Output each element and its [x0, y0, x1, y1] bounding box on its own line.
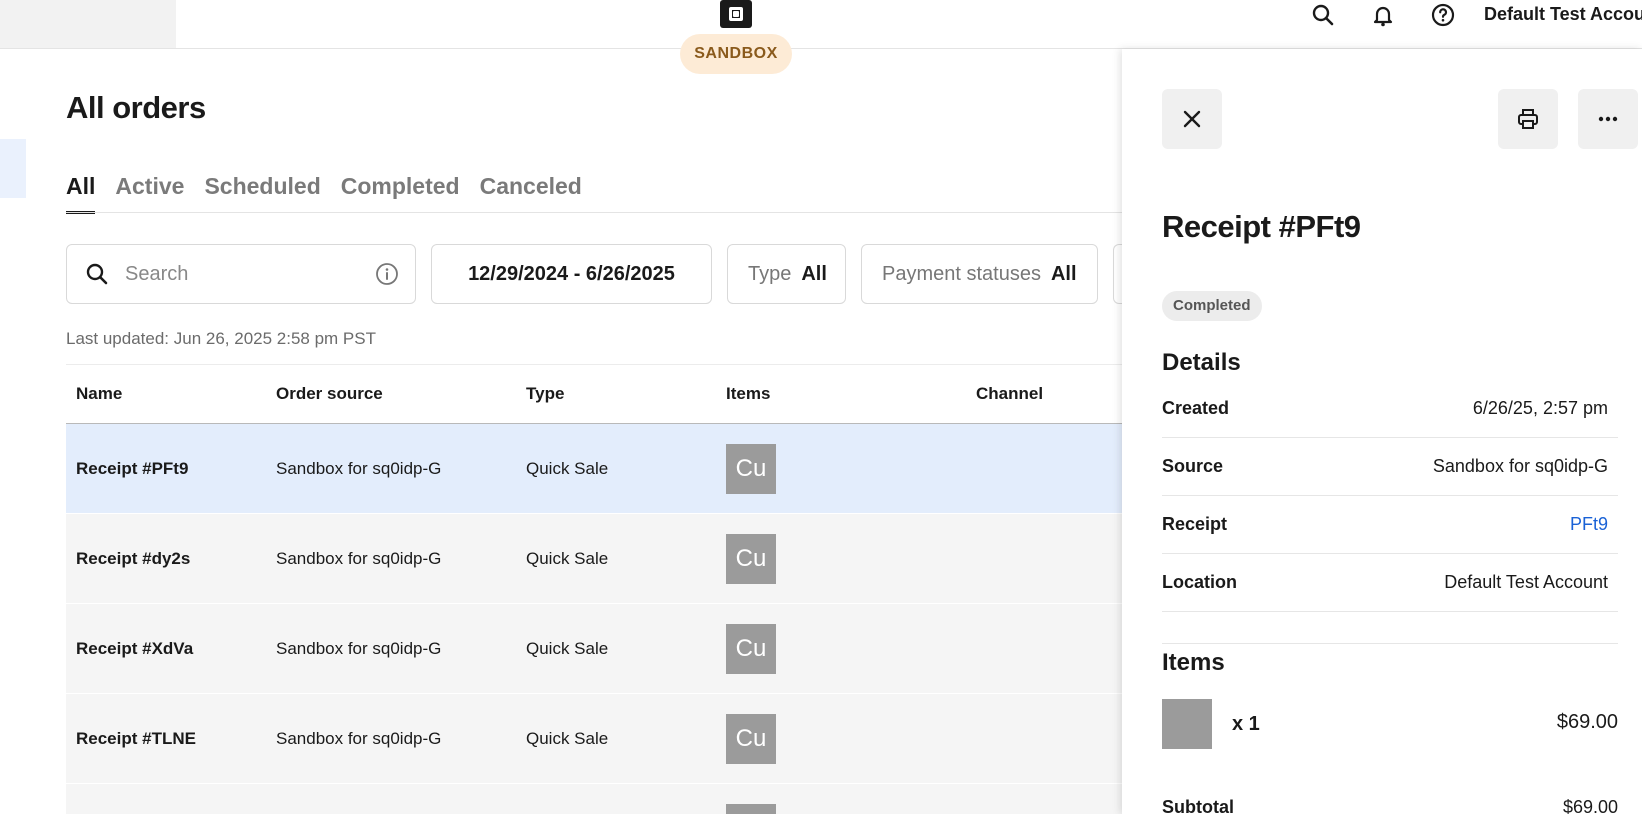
table-row[interactable]: Receipt #XdVa Sandbox for sq0idp-G Quick… [66, 604, 1126, 694]
items-heading: Items [1162, 649, 1225, 676]
receipt-link[interactable]: PFt9 [1570, 514, 1618, 535]
detail-key: Location [1162, 572, 1237, 592]
section-divider [1162, 643, 1618, 644]
order-tabs: All Active Scheduled Completed Canceled [66, 170, 582, 214]
more-horizontal-icon [1596, 107, 1620, 131]
type-filter-label: Type [748, 262, 792, 285]
item-thumbnail: Cu [726, 624, 776, 674]
detail-key: Created [1162, 398, 1230, 418]
close-icon [1181, 108, 1203, 130]
last-updated-text: Last updated: Jun 26, 2025 2:58 pm PST [66, 329, 376, 348]
subtotal-label: Subtotal [1162, 797, 1234, 814]
order-source: Sandbox for sq0idp-G [276, 729, 442, 748]
table-row[interactable]: Receipt #TLNE Sandbox for sq0idp-G Quick… [66, 694, 1126, 784]
sandbox-badge: SANDBOX [680, 34, 792, 74]
column-header-order-source[interactable]: Order source [276, 365, 383, 423]
item-thumbnail: Cu [726, 714, 776, 764]
order-type: Quick Sale [526, 549, 609, 568]
type-filter-value: All [801, 262, 827, 285]
status-badge: Completed [1162, 291, 1262, 321]
receipt-detail-panel: Receipt #PFt9 Completed Details Created … [1122, 49, 1642, 814]
tab-canceled[interactable]: Canceled [480, 170, 582, 214]
detail-row-created: Created 6/26/25, 2:57 pm [1162, 380, 1618, 438]
item-thumbnail: Cu [726, 444, 776, 494]
nav-rail-active-item[interactable] [0, 139, 26, 198]
order-name: Receipt #TLNE [76, 729, 196, 748]
order-name: Receipt #PFt9 [76, 459, 189, 478]
column-header-type[interactable]: Type [526, 365, 564, 423]
page-title: All orders [66, 90, 206, 125]
printer-icon [1516, 107, 1540, 131]
detail-value: 6/26/25, 2:57 pm [1472, 398, 1608, 418]
search-input[interactable]: Search [66, 244, 416, 304]
bell-icon[interactable] [1370, 2, 1396, 28]
info-icon[interactable] [375, 262, 399, 286]
order-source: Sandbox for sq0idp-G [276, 549, 442, 568]
detail-key: Receipt [1162, 514, 1228, 534]
account-menu[interactable]: Default Test Account [1484, 4, 1642, 25]
table-row[interactable]: Receipt #PFt9 Sandbox for sq0idp-G Quick… [66, 424, 1126, 514]
order-source: Sandbox for sq0idp-G [276, 459, 442, 478]
detail-row-receipt: Receipt PFt9 [1162, 496, 1618, 554]
receipt-title: Receipt #PFt9 [1162, 209, 1361, 244]
close-button[interactable] [1162, 89, 1222, 149]
item-thumbnail: Cu [726, 534, 776, 584]
order-type: Quick Sale [526, 639, 609, 658]
tab-active[interactable]: Active [115, 170, 184, 214]
table-row[interactable]: Receipt #dy2s Sandbox for sq0idp-G Quick… [66, 514, 1126, 604]
tab-all[interactable]: All [66, 170, 96, 214]
search-placeholder: Search [125, 262, 189, 285]
tabs-divider [66, 212, 1126, 213]
detail-row-source: Source Sandbox for sq0idp-G [1162, 438, 1618, 496]
column-header-channel[interactable]: Channel [976, 365, 1043, 423]
order-name: Receipt #XdVa [76, 639, 194, 658]
topbar-left-region [0, 0, 176, 48]
order-source: Sandbox for sq0idp-G [276, 639, 442, 658]
table-row[interactable] [66, 784, 1126, 814]
column-header-name[interactable]: Name [76, 365, 122, 423]
more-options-button[interactable] [1578, 89, 1638, 149]
line-item-thumbnail [1162, 699, 1212, 749]
orders-table: Name Order source Type Items Channel Rec… [66, 364, 1126, 814]
order-type: Quick Sale [526, 729, 609, 748]
tab-scheduled[interactable]: Scheduled [204, 170, 320, 214]
type-filter[interactable]: Type All [727, 244, 846, 304]
search-icon[interactable] [1310, 2, 1336, 28]
detail-key: Source [1162, 456, 1224, 476]
help-icon[interactable] [1430, 2, 1456, 28]
table-header: Name Order source Type Items Channel [66, 364, 1126, 424]
item-thumbnail [726, 804, 776, 814]
subtotal-value: $69.00 [1562, 797, 1618, 814]
payment-status-filter[interactable]: Payment statuses All [861, 244, 1098, 304]
details-heading: Details [1162, 349, 1241, 376]
detail-value: Default Test Account [1444, 572, 1608, 592]
date-range-filter[interactable]: 12/29/2024 - 6/26/2025 [431, 244, 712, 304]
detail-value: Sandbox for sq0idp-G [1432, 456, 1608, 476]
payment-filter-value: All [1050, 262, 1077, 285]
detail-row-location: Location Default Test Account [1162, 554, 1618, 612]
payment-filter-label: Payment statuses [882, 262, 1041, 285]
column-header-items[interactable]: Items [726, 365, 770, 423]
line-item-quantity: x 1 [1232, 713, 1260, 735]
line-item-price: $69.00 [1556, 711, 1618, 733]
square-logo-icon[interactable] [720, 0, 752, 28]
search-icon [85, 262, 109, 286]
top-bar: Default Test Account [0, 0, 1642, 49]
order-name: Receipt #dy2s [76, 549, 191, 568]
tab-completed[interactable]: Completed [341, 170, 460, 214]
print-button[interactable] [1498, 89, 1558, 149]
order-type: Quick Sale [526, 459, 609, 478]
